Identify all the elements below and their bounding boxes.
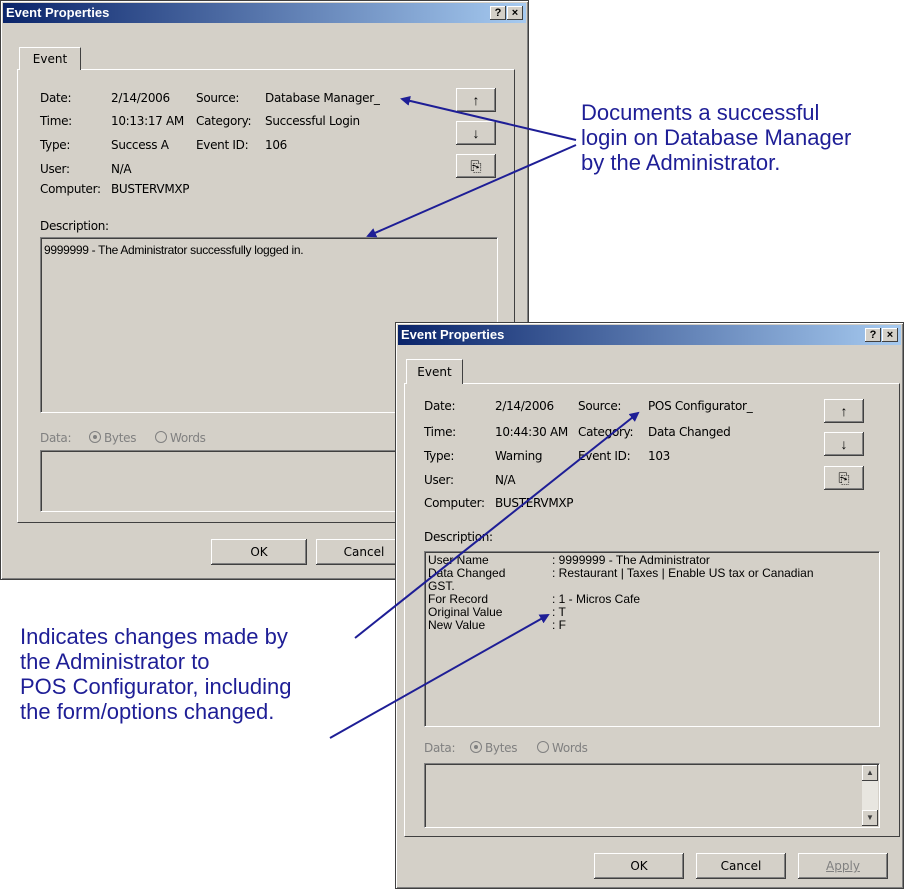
category-value: Successful Login — [265, 114, 360, 128]
previous-event-button[interactable]: ↑ — [824, 399, 864, 423]
arrow-up-icon: ↑ — [840, 403, 848, 419]
annotation-top-line: Documents a successful — [581, 100, 820, 125]
help-button[interactable]: ? — [865, 328, 881, 342]
data-label: Data: — [40, 431, 72, 445]
ok-button[interactable]: OK — [211, 539, 307, 565]
copy-button[interactable]: ⎘ — [824, 466, 864, 490]
radio-icon — [470, 741, 482, 753]
type-value: Success A — [111, 138, 169, 152]
description-row: Original Value: T — [428, 606, 876, 619]
data-label: Data: — [424, 741, 456, 755]
bytes-radio-label: Bytes — [104, 431, 137, 445]
description-text: 9999999 - The Administrator successfully… — [44, 243, 304, 257]
user-label: User: — [40, 162, 70, 176]
data-box[interactable]: ▲ ▼ — [424, 763, 880, 828]
next-event-button[interactable]: ↓ — [824, 432, 864, 456]
computer-value: BUSTERVMXP — [111, 182, 190, 196]
dialog-1-title: Event Properties — [6, 5, 110, 20]
time-label: Time: — [424, 425, 456, 439]
copy-icon: ⎘ — [470, 158, 482, 174]
close-button[interactable]: × — [882, 328, 898, 342]
source-label: Source: — [578, 399, 622, 413]
arrow-down-icon: ↓ — [840, 436, 848, 452]
category-label: Category: — [196, 114, 252, 128]
description-row: New Value : F — [428, 619, 876, 632]
date-label: Date: — [424, 399, 456, 413]
tab-event[interactable]: Event — [406, 359, 463, 384]
ok-button[interactable]: OK — [594, 853, 684, 879]
source-value: POS Configurator_ — [648, 399, 753, 413]
description-rows: User Name: 9999999 - The Administrator Da… — [428, 554, 876, 632]
date-label: Date: — [40, 91, 72, 105]
annotation-top-line: by the Administrator. — [581, 150, 781, 175]
radio-icon — [155, 431, 167, 443]
copy-button[interactable]: ⎘ — [456, 154, 496, 178]
annotation-bottom: Indicates changes made by the Administra… — [20, 624, 292, 724]
type-value: Warning — [495, 449, 543, 463]
words-radio-label: Words — [170, 431, 206, 445]
scroll-up-icon[interactable]: ▲ — [862, 765, 878, 781]
category-value: Data Changed — [648, 425, 731, 439]
close-button[interactable]: × — [507, 6, 523, 20]
description-row: GST. — [428, 580, 876, 593]
user-label: User: — [424, 473, 454, 487]
words-radio-label: Words — [552, 741, 588, 755]
source-label: Source: — [196, 91, 240, 105]
previous-event-button[interactable]: ↑ — [456, 88, 496, 112]
next-event-button[interactable]: ↓ — [456, 121, 496, 145]
annotation-top-line: login on Database Manager — [581, 125, 852, 150]
event-id-value: 103 — [648, 449, 671, 463]
arrow-down-icon: ↓ — [472, 125, 480, 141]
description-row-value: : Restaurant | Taxes | Enable US tax or … — [552, 566, 814, 580]
annotation-top: Documents a successful login on Database… — [581, 100, 851, 175]
date-value: 2/14/2006 — [495, 399, 554, 413]
dialog-2-title: Event Properties — [401, 327, 505, 342]
scroll-down-icon[interactable]: ▼ — [862, 810, 878, 826]
event-properties-dialog-2: Event Properties ? × Event Date: 2/14/20… — [395, 322, 904, 889]
time-value: 10:44:30 AM — [495, 425, 568, 439]
description-row-value: : F — [552, 618, 566, 632]
user-value: N/A — [495, 473, 516, 487]
dialog-2-titlebar[interactable]: Event Properties ? × — [398, 325, 901, 345]
computer-value: BUSTERVMXP — [495, 496, 574, 510]
help-button[interactable]: ? — [490, 6, 506, 20]
description-row: Data Changed: Restaurant | Taxes | Enabl… — [428, 567, 876, 580]
description-row-key: New Value — [428, 618, 486, 632]
cancel-button[interactable]: Cancel — [696, 853, 786, 879]
radio-icon — [537, 741, 549, 753]
type-label: Type: — [424, 449, 455, 463]
words-radio[interactable]: Words — [155, 431, 206, 445]
description-box[interactable]: User Name: 9999999 - The Administrator Da… — [424, 551, 880, 727]
annotation-bottom-line: Indicates changes made by — [20, 624, 288, 649]
bytes-radio-label: Bytes — [485, 741, 518, 755]
computer-label: Computer: — [40, 182, 101, 196]
event-id-value: 106 — [265, 138, 288, 152]
description-label: Description: — [424, 530, 493, 544]
copy-icon: ⎘ — [838, 470, 850, 486]
data-scrollbar[interactable]: ▲ ▼ — [862, 765, 878, 826]
annotation-bottom-line: POS Configurator, including — [20, 674, 292, 699]
arrow-up-icon: ↑ — [472, 92, 480, 108]
description-label: Description: — [40, 219, 109, 233]
apply-button[interactable]: Apply — [798, 853, 888, 879]
event-id-label: Event ID: — [196, 138, 249, 152]
time-value: 10:13:17 AM — [111, 114, 184, 128]
user-value: N/A — [111, 162, 132, 176]
bytes-radio[interactable]: Bytes — [89, 431, 136, 445]
bytes-radio[interactable]: Bytes — [470, 741, 517, 755]
radio-icon — [89, 431, 101, 443]
dialog-1-titlebar[interactable]: Event Properties ? × — [3, 3, 526, 23]
source-value: Database Manager_ — [265, 91, 380, 105]
words-radio[interactable]: Words — [537, 741, 588, 755]
category-label: Category: — [578, 425, 634, 439]
annotation-bottom-line: the form/options changed. — [20, 699, 275, 724]
tab-event[interactable]: Event — [19, 47, 81, 70]
date-value: 2/14/2006 — [111, 91, 170, 105]
time-label: Time: — [40, 114, 72, 128]
type-label: Type: — [40, 138, 71, 152]
event-id-label: Event ID: — [578, 449, 631, 463]
computer-label: Computer: — [424, 496, 485, 510]
annotation-bottom-line: the Administrator to — [20, 649, 210, 674]
